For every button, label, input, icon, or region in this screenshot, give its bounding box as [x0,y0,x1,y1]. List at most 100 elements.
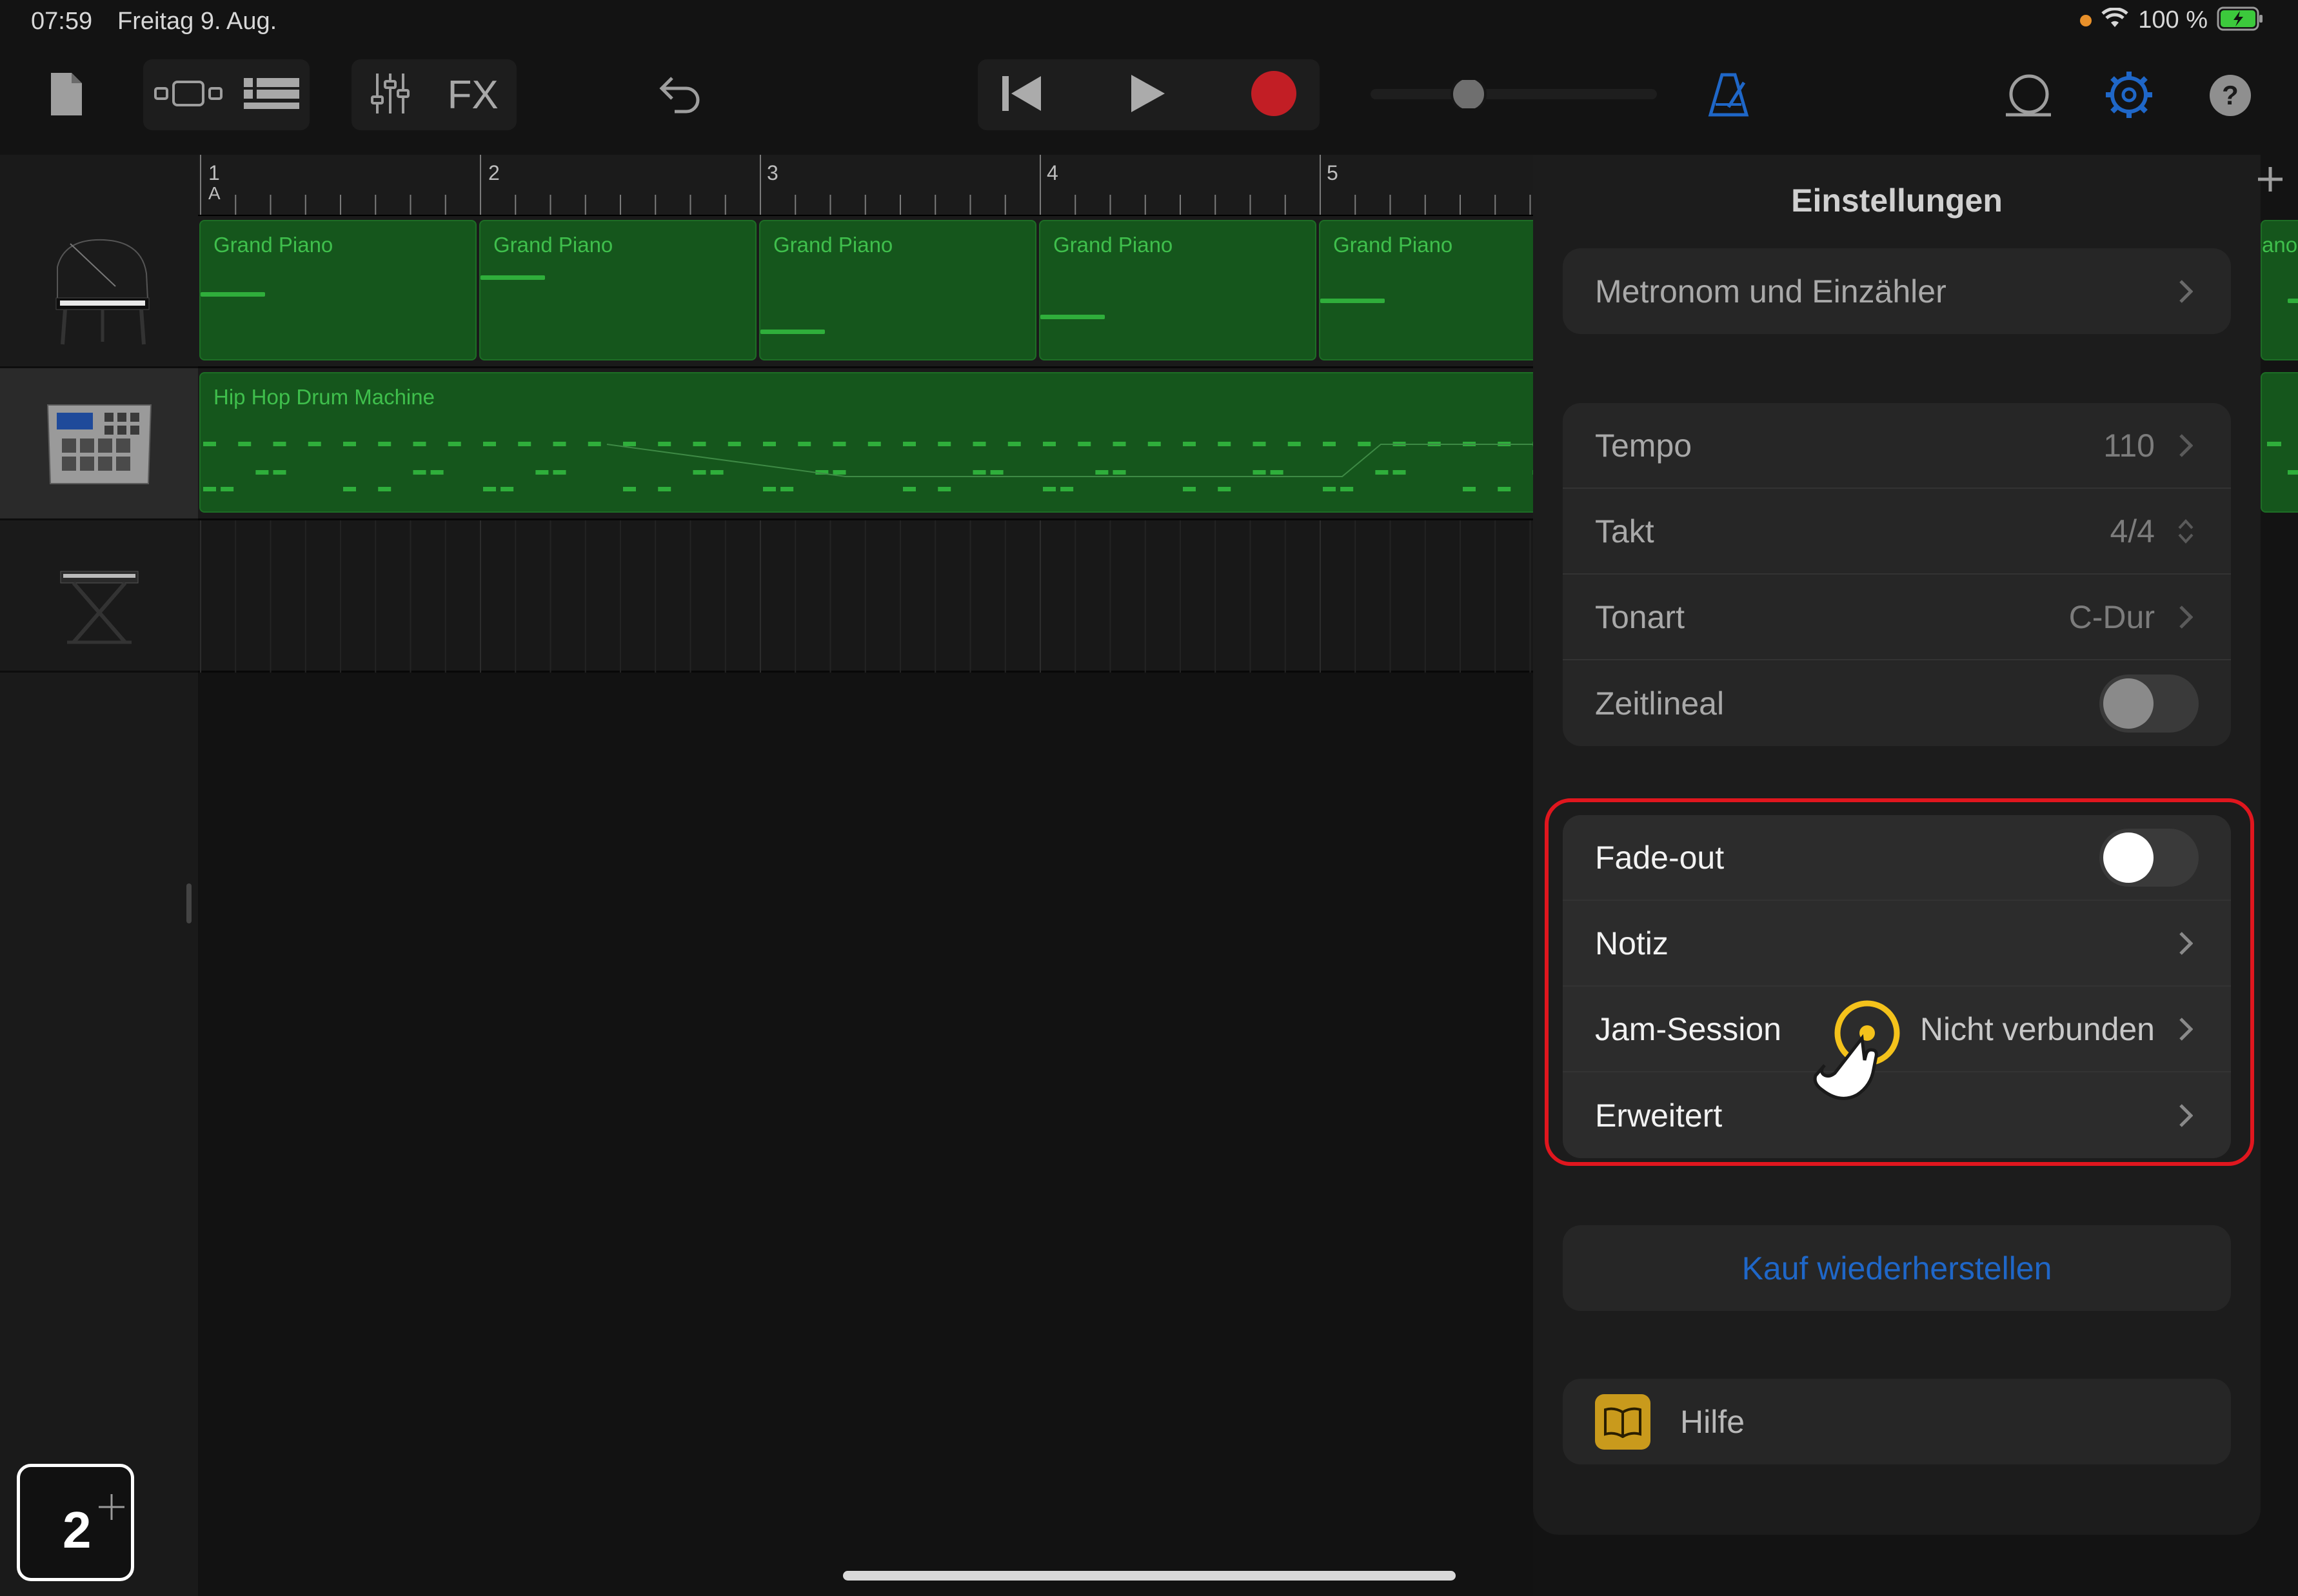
tracks-overview-icon[interactable] [243,74,301,116]
region-label: Grand Piano [1053,233,1173,257]
resize-handle[interactable] [186,883,192,923]
song-settings-card: Tempo 110 Takt 4/4 Tonart C-Dur Zeitline… [1563,403,2231,746]
rewind-icon[interactable] [1000,74,1045,117]
drum-note [780,487,794,491]
note [480,275,545,280]
track-view-icon[interactable] [153,74,224,116]
tempo-value: 110 [2103,427,2155,464]
play-icon[interactable] [1127,72,1167,118]
region-drums[interactable]: Hip Hop Drum Machine [199,372,1533,513]
drum-note [1113,470,1126,475]
transport-group [978,59,1320,130]
drum-note [1218,442,1231,446]
region-piano-partial[interactable]: ano [2261,220,2298,360]
takt-row[interactable]: Takt 4/4 [1563,489,2231,575]
chevron-up-down-icon [2173,518,2199,544]
volume-slider[interactable] [1371,80,1657,108]
track-header-piano[interactable] [0,216,198,368]
metronome-card: Metronom und Einzähler [1563,248,2231,334]
status-date: Freitag 9. Aug. [117,8,277,35]
help-question-icon[interactable]: ? [2206,71,2255,120]
book-icon [1595,1394,1650,1450]
fx-button[interactable]: FX [448,72,499,118]
mic-indicator-dot [2080,14,2092,26]
track-header-drums[interactable] [0,368,198,520]
document-icon[interactable] [45,66,88,123]
track-headers [0,155,198,1596]
drum-note [255,470,269,475]
region-label: Grand Piano [1333,233,1453,257]
drum-note [413,470,426,475]
home-indicator[interactable] [843,1571,1456,1581]
undo-icon[interactable] [651,68,709,121]
loop-browser-icon[interactable] [1999,70,2057,123]
tempo-label: Tempo [1595,427,1692,464]
drum-note [710,470,724,475]
ruler-bar-1: 1 [208,161,220,184]
region-piano-3[interactable]: Grand Piano [759,220,1036,360]
drum-note [1060,487,1074,491]
help-label: Hilfe [1680,1403,1745,1440]
track-header-keyboard[interactable] [0,520,198,673]
timeline-ruler[interactable]: 1 A 2 3 4 5 [198,155,1533,216]
drum-note [867,442,881,446]
drum-note [903,442,916,446]
drum-note [1358,442,1371,446]
zeitlineal-toggle[interactable] [2099,674,2199,733]
add-track-plus-icon[interactable] [2255,164,2285,197]
note [760,330,825,334]
settings-gear-icon[interactable] [2101,67,2157,123]
drum-note [1375,470,1389,475]
drum-note [1323,487,1336,491]
ruler-bar-3: 3 [767,161,778,184]
drum-note [1043,487,1056,491]
region-label: Grand Piano [213,233,333,257]
drum-note [658,442,671,446]
note [1320,299,1385,303]
region-drums-partial[interactable] [2261,372,2298,513]
restore-purchase-button[interactable]: Kauf wiederherstellen [1563,1225,2231,1311]
keyboard-stand-icon [54,539,144,652]
zeitlineal-label: Zeitlineal [1595,685,1725,722]
ruler-bar-2: 2 [488,161,500,184]
drum-note [500,487,514,491]
tracks-area[interactable]: Grand Piano Grand Piano Grand Piano Gran… [198,216,1533,1596]
drum-note [238,442,252,446]
grand-piano-icon [45,228,154,354]
help-row[interactable]: Hilfe [1563,1379,2231,1464]
region-piano-2[interactable]: Grand Piano [479,220,757,360]
status-right: 100 % [2080,6,2264,34]
drum-note [833,470,846,475]
drum-note [1078,442,1091,446]
takt-value: 4/4 [2110,513,2155,549]
lane-piano: Grand Piano Grand Piano Grand Piano Gran… [198,216,1533,368]
drum-note [763,442,776,446]
metronome-row[interactable]: Metronom und Einzähler [1563,248,2231,334]
drum-note [273,442,286,446]
drum-note [693,442,706,446]
toggle-knob [2103,678,2154,729]
settings-title: Einstellungen [1791,182,2003,219]
metronome-icon[interactable] [1703,67,1754,123]
region-piano-5[interactable]: Grand Piano [1319,220,1533,360]
takt-label: Takt [1595,513,1654,549]
drum-note [833,442,846,446]
drum-note [973,470,986,475]
region-piano-1[interactable]: Grand Piano [199,220,477,360]
tonart-row[interactable]: Tonart C-Dur [1563,575,2231,660]
mixer-sliders-icon[interactable] [370,71,411,119]
record-icon[interactable] [1250,70,1298,121]
region-piano-4[interactable]: Grand Piano [1039,220,1316,360]
drum-pattern [203,442,1533,491]
toolbar: FX ? [0,52,2298,142]
ruler-bar-5: 5 [1327,161,1338,184]
drum-note [1340,487,1354,491]
lane-drums: Hip Hop Drum Machine [198,368,1533,520]
drum-note [693,470,706,475]
tempo-row[interactable]: Tempo 110 [1563,403,2231,489]
drum-note [378,442,391,446]
drum-note [990,470,1004,475]
drum-note [1183,442,1196,446]
drum-note [1043,442,1056,446]
lane-empty [198,520,1533,673]
